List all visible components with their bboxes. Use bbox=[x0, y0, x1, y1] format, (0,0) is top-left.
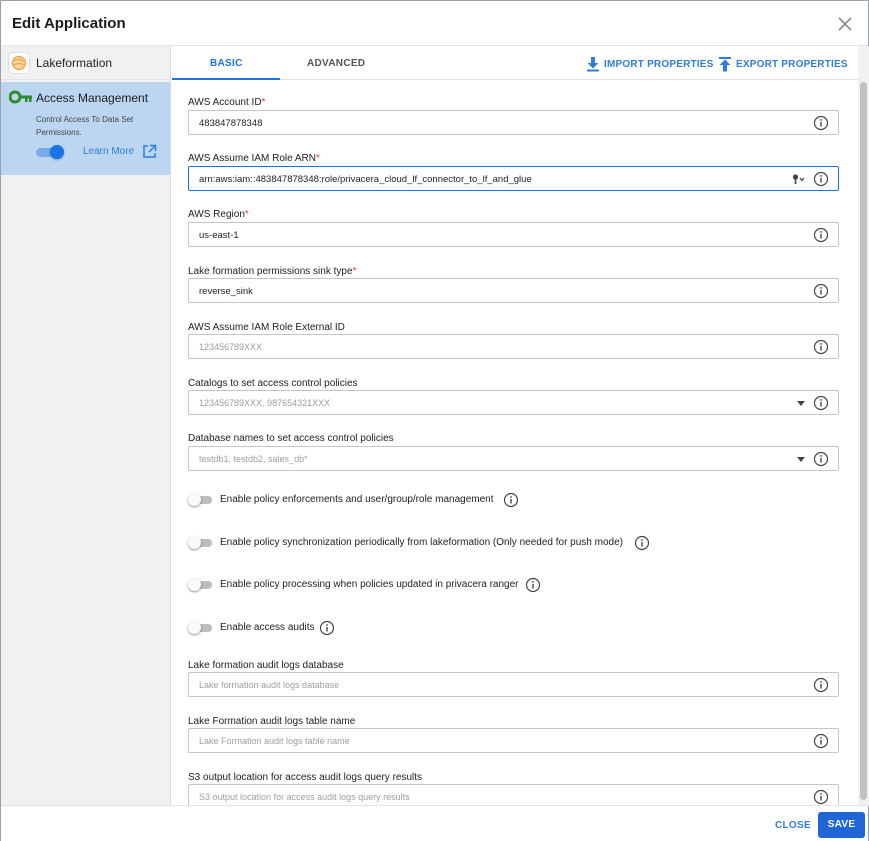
info-icon[interactable] bbox=[813, 115, 829, 131]
sink-type-value: reverse_sink bbox=[199, 286, 253, 297]
key-icon bbox=[9, 90, 32, 104]
toggle-label: Enable policy synchronization periodical… bbox=[220, 537, 623, 548]
info-icon[interactable] bbox=[634, 535, 650, 551]
tab-advanced[interactable]: ADVANCED bbox=[307, 58, 365, 69]
info-icon[interactable] bbox=[813, 789, 829, 805]
sidebar-item-access-management[interactable]: Access Management Control Access To Data… bbox=[1, 82, 170, 175]
field-label-database-names: Database names to set access control pol… bbox=[188, 433, 394, 444]
dialog-title: Edit Application bbox=[12, 15, 126, 32]
catalogs-placeholder: 123456789XXX, 987654321XXX bbox=[199, 398, 331, 408]
aws-region-value: us-east-1 bbox=[199, 230, 239, 241]
save-button[interactable]: SAVE bbox=[818, 812, 865, 838]
sidebar-app-header: Lakeformation bbox=[1, 46, 170, 80]
dialog-footer: CLOSE SAVE bbox=[1, 805, 868, 841]
field-label-audit-logs-database: Lake formation audit logs database bbox=[188, 660, 344, 671]
aws-account-id-value: 483847878348 bbox=[199, 118, 263, 129]
iam-role-arn-field[interactable]: arn:aws:iam::483847878348:role/privacera… bbox=[188, 166, 839, 191]
sidebar-item-title: Access Management bbox=[36, 91, 149, 105]
field-label-aws-account-id: AWS Account ID* bbox=[188, 97, 266, 108]
field-label-audit-logs-table: Lake Formation audit logs table name bbox=[188, 716, 356, 727]
dialog-header: Edit Application bbox=[1, 1, 868, 46]
info-icon[interactable] bbox=[813, 227, 829, 243]
learn-more-link[interactable]: Learn More bbox=[83, 146, 134, 157]
database-names-placeholder: testdb1, testdb2, sales_db* bbox=[199, 454, 308, 464]
chevron-down-icon[interactable] bbox=[797, 401, 805, 406]
tab-basic[interactable]: BASIC bbox=[210, 58, 243, 69]
required-marker: * bbox=[352, 266, 357, 277]
external-link-icon[interactable] bbox=[142, 144, 157, 159]
close-button[interactable]: CLOSE bbox=[775, 820, 811, 831]
policy-processing-toggle[interactable] bbox=[188, 578, 212, 591]
close-icon[interactable] bbox=[836, 15, 854, 33]
info-icon[interactable] bbox=[813, 451, 829, 467]
info-icon[interactable] bbox=[813, 283, 829, 299]
access-audits-toggle[interactable] bbox=[188, 621, 212, 634]
password-manager-key-icon[interactable] bbox=[792, 173, 806, 185]
audit-logs-table-placeholder: Lake Formation audit logs table name bbox=[199, 736, 350, 746]
info-icon[interactable] bbox=[503, 492, 519, 508]
upload-icon bbox=[719, 57, 731, 72]
audit-logs-table-field[interactable]: Lake Formation audit logs table name bbox=[188, 728, 839, 753]
sidebar-app-name: Lakeformation bbox=[36, 56, 113, 70]
access-management-toggle[interactable] bbox=[36, 145, 64, 159]
required-marker: * bbox=[244, 209, 249, 220]
field-label-aws-region: AWS Region* bbox=[188, 209, 249, 220]
toggle-knob bbox=[50, 145, 64, 159]
toggle-knob bbox=[188, 578, 201, 591]
aws-account-id-field[interactable]: 483847878348 bbox=[188, 110, 839, 135]
audit-logs-database-placeholder: Lake formation audit logs database bbox=[199, 680, 340, 690]
field-label-external-id: AWS Assume IAM Role External ID bbox=[188, 322, 345, 333]
catalogs-select[interactable]: 123456789XXX, 987654321XXX bbox=[188, 390, 839, 415]
toggle-label: Enable policy enforcements and user/grou… bbox=[220, 494, 494, 505]
field-label-iam-role-arn: AWS Assume IAM Role ARN* bbox=[188, 153, 320, 164]
external-id-field[interactable]: 123456789XXX bbox=[188, 334, 839, 359]
sidebar: Lakeformation Access Management Control … bbox=[1, 46, 171, 806]
chevron-down-icon[interactable] bbox=[797, 457, 805, 462]
scrollbar[interactable] bbox=[858, 46, 869, 806]
toggle-knob bbox=[188, 536, 201, 549]
scrollbar-thumb[interactable] bbox=[860, 82, 867, 800]
iam-role-arn-value: arn:aws:iam::483847878348:role/privacera… bbox=[199, 174, 532, 185]
info-icon[interactable] bbox=[813, 339, 829, 355]
field-label-s3-output-location: S3 output location for access audit logs… bbox=[188, 772, 423, 783]
policy-sync-toggle[interactable] bbox=[188, 536, 212, 549]
import-properties-label: IMPORT PROPERTIES bbox=[604, 59, 714, 70]
required-marker: * bbox=[316, 153, 320, 164]
toggle-label: Enable policy processing when policies u… bbox=[220, 579, 519, 590]
toggle-label: Enable access audits bbox=[220, 622, 315, 633]
policy-enforcements-toggle[interactable] bbox=[188, 493, 212, 506]
active-tab-indicator bbox=[172, 78, 280, 80]
export-properties-label: EXPORT PROPERTIES bbox=[736, 59, 848, 70]
info-icon[interactable] bbox=[319, 620, 335, 636]
required-marker: * bbox=[261, 97, 266, 108]
field-label-sink-type: Lake formation permissions sink type* bbox=[188, 266, 357, 277]
sink-type-field[interactable]: reverse_sink bbox=[188, 278, 839, 303]
external-id-placeholder: 123456789XXX bbox=[199, 342, 263, 352]
s3-output-location-field[interactable]: S3 output location for access audit logs… bbox=[188, 784, 839, 805]
form-content: AWS Account ID* 483847878348 AWS Assume … bbox=[172, 81, 858, 805]
info-icon[interactable] bbox=[813, 171, 829, 187]
audit-logs-database-field[interactable]: Lake formation audit logs database bbox=[188, 672, 839, 697]
sidebar-item-description: Control Access To Data Set Permissions. bbox=[36, 115, 134, 137]
info-icon[interactable] bbox=[525, 577, 541, 593]
edit-application-dialog: Edit Application Lakeformation Access Ma… bbox=[0, 0, 869, 841]
toggle-knob bbox=[188, 493, 201, 506]
database-names-select[interactable]: testdb1, testdb2, sales_db* bbox=[188, 446, 839, 471]
info-icon[interactable] bbox=[813, 677, 829, 693]
info-icon[interactable] bbox=[813, 733, 829, 749]
download-icon bbox=[587, 57, 599, 72]
field-label-catalogs: Catalogs to set access control policies bbox=[188, 378, 358, 389]
s3-output-location-placeholder: S3 output location for access audit logs… bbox=[199, 792, 410, 802]
lakeformation-logo-icon bbox=[8, 52, 30, 74]
info-icon[interactable] bbox=[813, 395, 829, 411]
aws-region-field[interactable]: us-east-1 bbox=[188, 222, 839, 247]
toggle-knob bbox=[188, 621, 201, 634]
tab-bar: BASIC ADVANCED IMPORT PROPERTIES EXPORT … bbox=[172, 46, 858, 80]
